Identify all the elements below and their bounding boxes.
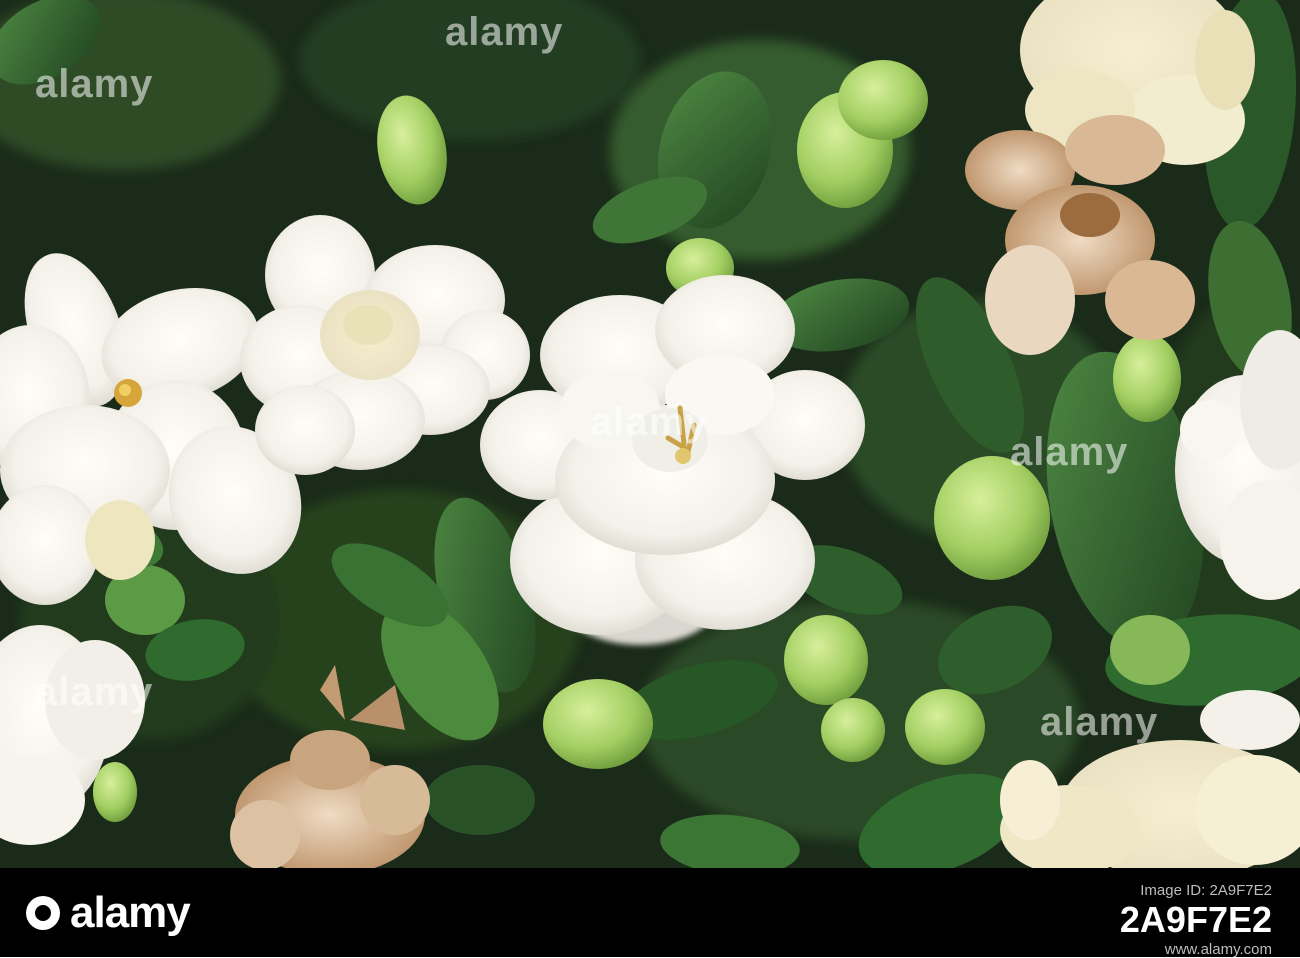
stock-footer-bar: alamy Image ID: 2A9F7E2 2A9F7E2 www.alam… <box>0 868 1300 958</box>
brand-name: alamy <box>70 888 191 937</box>
image-id-value: 2A9F7E2 <box>1119 899 1272 940</box>
stock-photo-page: alamy alamy alamy alamy alamy alamy alam… <box>0 0 1300 958</box>
alamy-logo-icon <box>26 896 60 930</box>
gardenia-illustration <box>0 0 1300 868</box>
image-info: Image ID: 2A9F7E2 2A9F7E2 www.alamy.com <box>1120 882 1272 958</box>
image-id-label: Image ID: 2A9F7E2 <box>1140 882 1272 899</box>
brand-logo[interactable]: alamy <box>26 888 191 938</box>
gardenia-photo: alamy alamy alamy alamy alamy alamy <box>0 0 1300 868</box>
site-url[interactable]: www.alamy.com <box>1120 941 1272 958</box>
